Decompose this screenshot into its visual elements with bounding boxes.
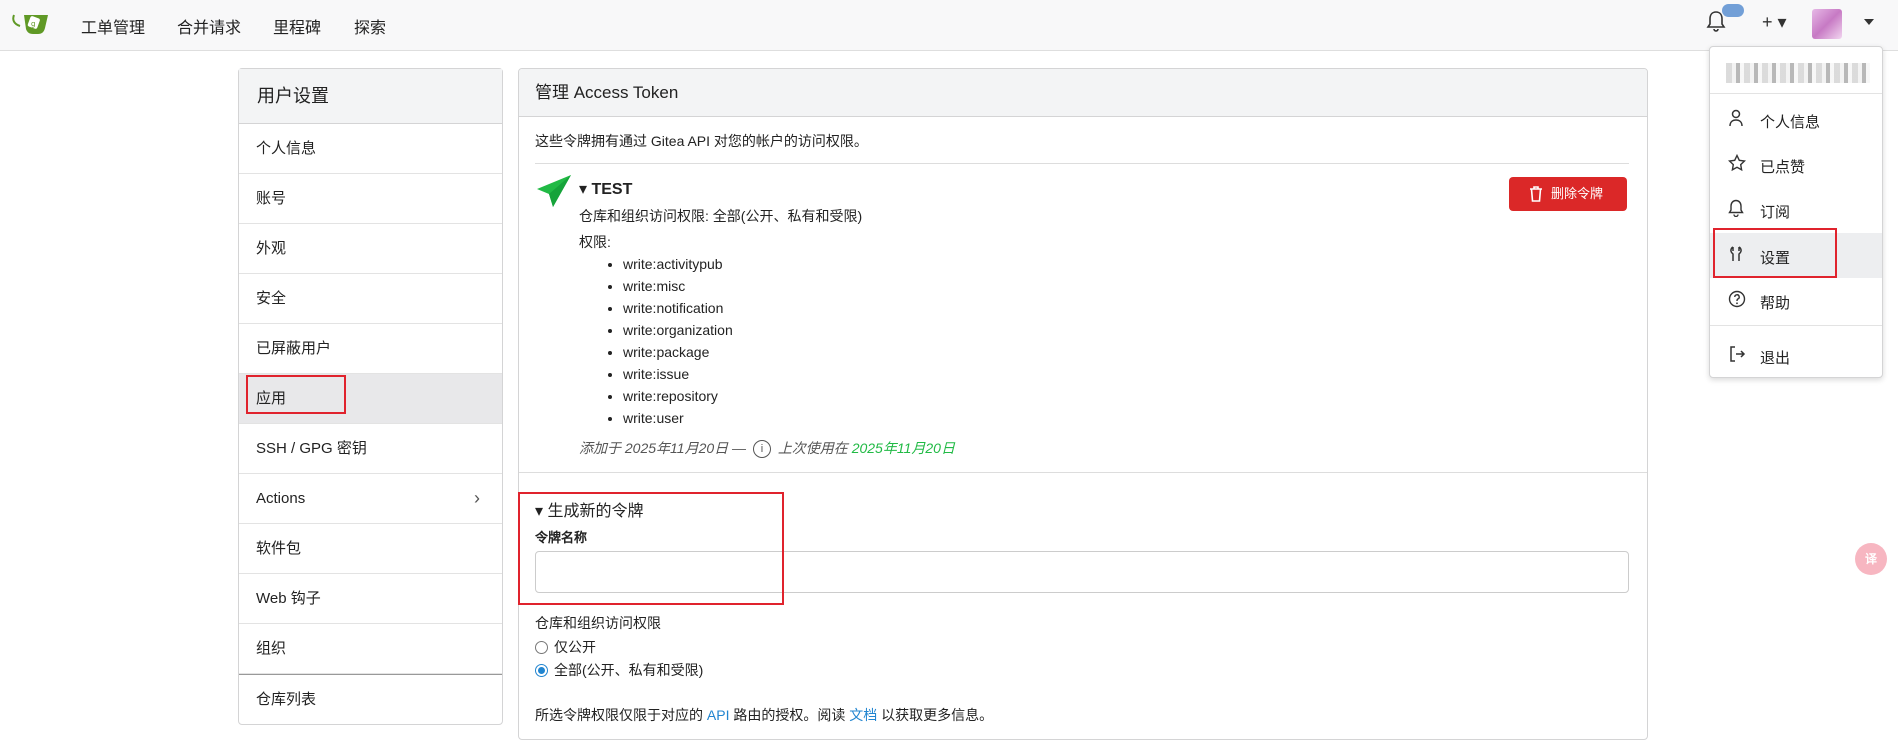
sidebar-item-repositories[interactable]: 仓库列表	[239, 674, 502, 724]
docs-link[interactable]: 文档	[849, 707, 877, 723]
menu-item-label: 已点赞	[1760, 159, 1806, 176]
radio-button-selected[interactable]	[535, 664, 548, 677]
chevron-right-icon: ›	[474, 488, 480, 508]
help-text-prefix: 所选令牌权限仅限于对应的	[535, 707, 703, 723]
sidebar-item-blocked-users[interactable]: 已屏蔽用户	[239, 324, 502, 374]
info-icon: i	[752, 440, 771, 459]
permission-item: write:activitypub	[623, 253, 733, 275]
menu-item-sign-out[interactable]: 退出	[1710, 333, 1882, 378]
help-text-middle: 路由的授权。阅读	[733, 707, 846, 723]
avatar	[1812, 9, 1842, 39]
token-scope: 仓库和组织访问权限: 全部(公开、私有和受限)	[579, 208, 863, 224]
divider	[535, 163, 1629, 164]
permission-item: write:notification	[623, 297, 733, 319]
permission-item: write:misc	[623, 275, 733, 297]
token-last-used-label: 上次使用在	[777, 440, 848, 456]
sidebar-item-profile[interactable]: 个人信息	[239, 124, 502, 174]
highlight-box-applications	[246, 375, 346, 414]
star-icon	[1728, 154, 1746, 172]
person-icon	[1729, 109, 1743, 127]
delete-token-label: 删除令牌	[1550, 186, 1603, 201]
question-icon	[1728, 290, 1746, 308]
sidebar-item-packages[interactable]: 软件包	[239, 524, 502, 574]
sidebar-item-label: Actions	[256, 490, 306, 507]
sidebar-item-account[interactable]: 账号	[239, 174, 502, 224]
highlight-box-generate-token	[518, 492, 784, 605]
divider	[1710, 325, 1882, 326]
nav-issues[interactable]: 工单管理	[81, 14, 145, 38]
sidebar-item-organizations[interactable]: 组织	[239, 624, 502, 674]
sidebar-item-security[interactable]: 安全	[239, 274, 502, 324]
nav-milestones[interactable]: 里程碑	[273, 14, 321, 38]
scope-help-text: 所选令牌权限仅限于对应的 API 路由的授权。阅读 文档 以获取更多信息。	[535, 705, 993, 725]
sidebar-title: 用户设置	[239, 69, 502, 124]
sidebar-item-appearance[interactable]: 外观	[239, 224, 502, 274]
radio-label: 全部(公开、私有和受限)	[554, 662, 704, 678]
permission-item: write:issue	[623, 363, 733, 385]
permissions-label: 权限:	[579, 234, 611, 250]
token-name[interactable]: ▾ TEST	[579, 179, 632, 199]
notification-count-badge	[1722, 4, 1744, 17]
blurred-username	[1726, 63, 1870, 83]
user-dropdown-menu: 个人信息 已点赞 订阅 设置 帮助 退出	[1709, 46, 1883, 378]
delete-token-button[interactable]: 删除令牌	[1509, 177, 1627, 211]
permission-item: write:package	[623, 341, 733, 363]
permission-item: write:user	[623, 407, 733, 429]
token-dates: 添加于 2025年11月20日 — i 上次使用在 2025年11月20日	[579, 438, 955, 459]
radio-button[interactable]	[535, 641, 548, 654]
panel-description: 这些令牌拥有通过 Gitea API 对您的帐户的访问权限。	[535, 133, 868, 149]
permission-item: write:organization	[623, 319, 733, 341]
user-menu-toggle[interactable]	[1812, 6, 1876, 42]
trash-icon	[1530, 186, 1542, 202]
repo-access-label: 仓库和组织访问权限	[535, 615, 661, 631]
menu-item-label: 订阅	[1760, 204, 1791, 221]
menu-item-profile[interactable]: 个人信息	[1710, 97, 1882, 142]
sidebar-item-webhooks[interactable]: Web 钩子	[239, 574, 502, 624]
paper-airplane-icon	[537, 175, 571, 207]
nav-explore[interactable]: 探索	[354, 14, 386, 38]
radio-option-all[interactable]: 全部(公开、私有和受限)	[535, 660, 703, 680]
translate-floating-button[interactable]: 译	[1855, 543, 1887, 575]
menu-item-label: 帮助	[1760, 295, 1791, 312]
token-last-used-date: 2025年11月20日	[851, 440, 955, 456]
menu-item-label: 个人信息	[1760, 114, 1821, 131]
api-link[interactable]: API	[707, 707, 730, 723]
menu-item-label: 退出	[1760, 350, 1791, 367]
chevron-down-icon	[1864, 19, 1874, 25]
highlight-box-settings	[1713, 228, 1837, 278]
divider	[519, 472, 1647, 473]
menu-item-subscriptions[interactable]: 订阅	[1710, 187, 1882, 232]
sidebar-item-ssh-gpg-keys[interactable]: SSH / GPG 密钥	[239, 424, 502, 474]
permission-item: write:repository	[623, 385, 733, 407]
bell-icon	[1728, 199, 1744, 217]
menu-item-help[interactable]: 帮助	[1710, 278, 1882, 323]
nav-pull-requests[interactable]: 合并请求	[177, 14, 241, 38]
top-navbar: g 工单管理 合并请求 里程碑 探索 + ▾	[0, 0, 1898, 51]
radio-label: 仅公开	[554, 639, 596, 655]
panel-title: 管理 Access Token	[519, 69, 1647, 117]
radio-option-public-only[interactable]: 仅公开	[535, 637, 596, 657]
divider	[1710, 93, 1882, 94]
sidebar-item-actions[interactable]: Actions ›	[239, 474, 502, 524]
create-new-plus-icon[interactable]: + ▾	[1762, 12, 1787, 33]
token-added-date: 添加于 2025年11月20日 —	[579, 440, 747, 456]
help-text-suffix: 以获取更多信息。	[881, 707, 994, 723]
svg-text:g: g	[31, 20, 35, 28]
sign-out-icon	[1730, 346, 1746, 362]
gitea-logo[interactable]: g	[12, 8, 48, 38]
menu-item-starred[interactable]: 已点赞	[1710, 142, 1882, 187]
access-token-panel: 管理 Access Token 这些令牌拥有通过 Gitea API 对您的帐户…	[518, 68, 1648, 740]
permission-list: write:activitypub write:misc write:notif…	[579, 253, 733, 429]
